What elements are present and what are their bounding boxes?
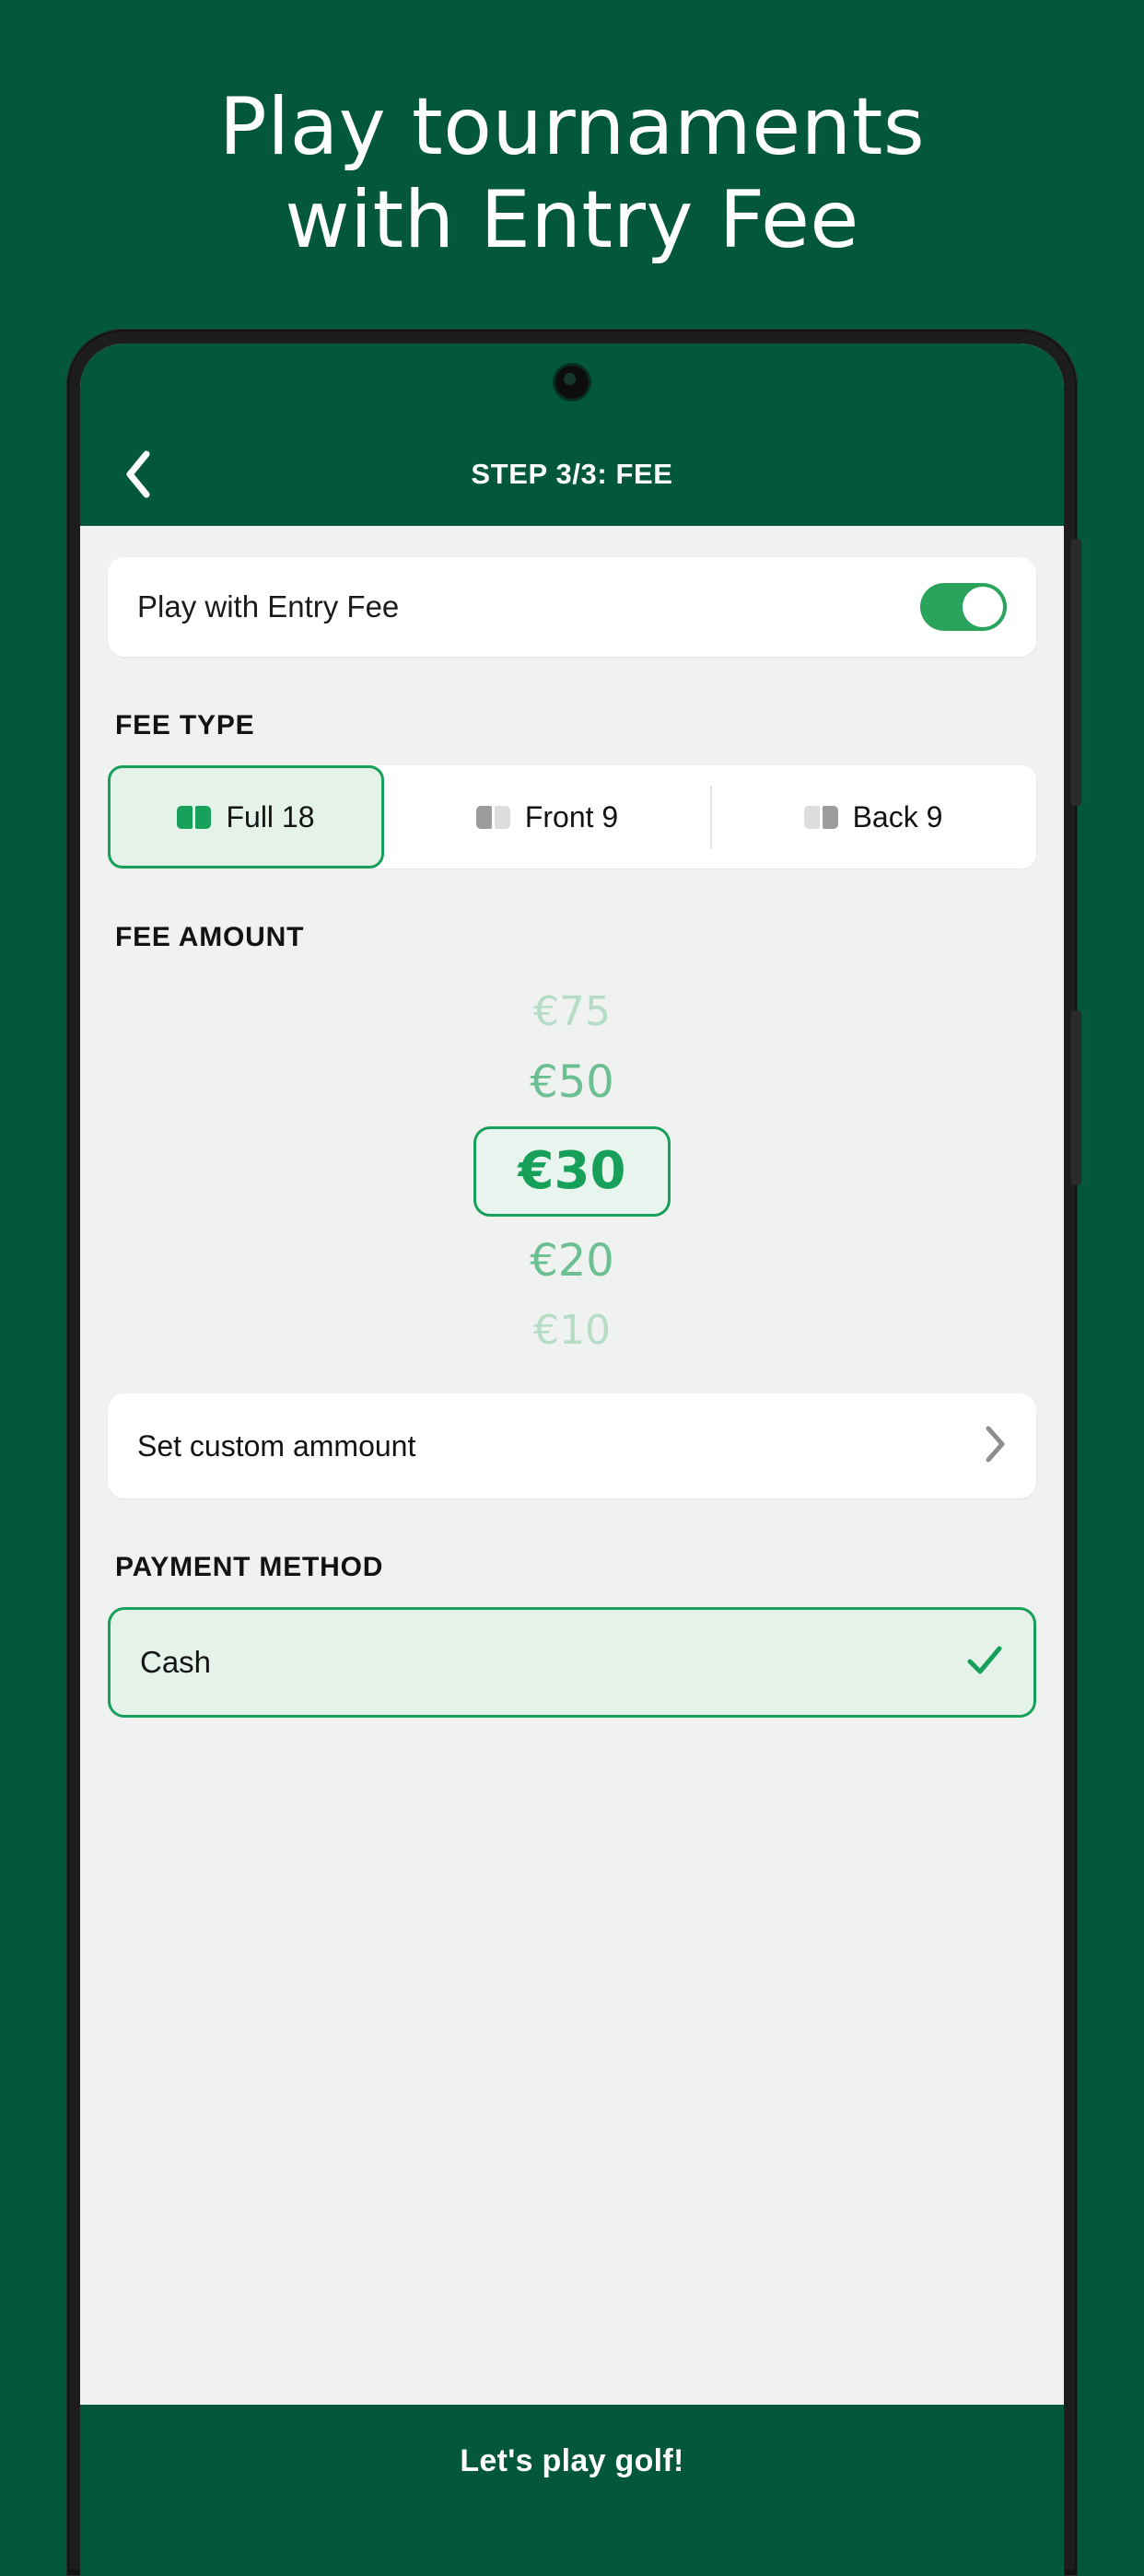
cta-label: Let's play golf! [460, 2443, 684, 2478]
holes-full-icon [177, 805, 212, 829]
promo-headline: Play tournaments with Entry Fee [218, 81, 926, 266]
holes-front-icon [475, 805, 510, 829]
payment-method-option-cash[interactable]: Cash [108, 1607, 1036, 1718]
front-camera-icon [555, 366, 589, 399]
fee-amount-option[interactable]: €50 [530, 1047, 614, 1117]
fee-type-segmented-control: Full 18 Front 9 Back 9 [108, 765, 1036, 868]
fee-amount-heading: FEE AMOUNT [115, 922, 305, 952]
app-content: Play with Entry Fee FEE TYPE Full 18 Fro… [80, 526, 1064, 2576]
chevron-left-icon [123, 449, 154, 500]
entry-fee-toggle-label: Play with Entry Fee [137, 589, 400, 624]
fee-amount-option-selected[interactable]: €30 [473, 1126, 671, 1217]
fee-type-label: Back 9 [852, 799, 943, 833]
app-header: STEP 3/3: FEE [80, 423, 1064, 526]
chevron-right-icon [983, 1424, 1007, 1469]
fee-amount-picker: €75 €50 €30 €20 €10 [108, 977, 1036, 1366]
fee-type-option-back-9[interactable]: Back 9 [710, 765, 1036, 868]
fee-amount-option[interactable]: €20 [530, 1226, 614, 1296]
set-custom-amount-row[interactable]: Set custom ammount [108, 1393, 1036, 1498]
holes-back-icon [803, 805, 838, 829]
back-button[interactable] [111, 448, 165, 501]
phone-volume-button [1071, 539, 1081, 806]
page-title: STEP 3/3: FEE [471, 458, 673, 490]
fee-type-label: Full 18 [226, 799, 315, 833]
fee-amount-option[interactable]: €10 [533, 1296, 611, 1366]
entry-fee-switch[interactable] [920, 583, 1007, 631]
entry-fee-toggle-row[interactable]: Play with Entry Fee [108, 557, 1036, 657]
check-icon [965, 1644, 1004, 1682]
switch-knob [963, 587, 1003, 627]
fee-amount-option[interactable]: €75 [533, 977, 611, 1047]
fee-type-label: Front 9 [524, 799, 619, 833]
payment-method-heading: PAYMENT METHOD [115, 1552, 384, 1582]
fee-type-option-front-9[interactable]: Front 9 [384, 765, 710, 868]
fee-type-heading: FEE TYPE [115, 710, 255, 740]
status-bar [80, 344, 1064, 423]
phone-mockup: STEP 3/3: FEE Play with Entry Fee FEE TY… [66, 329, 1081, 2576]
payment-method-label: Cash [140, 1645, 212, 1679]
set-custom-amount-label: Set custom ammount [137, 1428, 416, 1463]
fee-type-option-full-18[interactable]: Full 18 [108, 765, 384, 868]
phone-power-button [1071, 1010, 1081, 1185]
phone-screen: STEP 3/3: FEE Play with Entry Fee FEE TY… [80, 344, 1064, 2576]
lets-play-golf-button[interactable]: Let's play golf! [80, 2405, 1064, 2576]
